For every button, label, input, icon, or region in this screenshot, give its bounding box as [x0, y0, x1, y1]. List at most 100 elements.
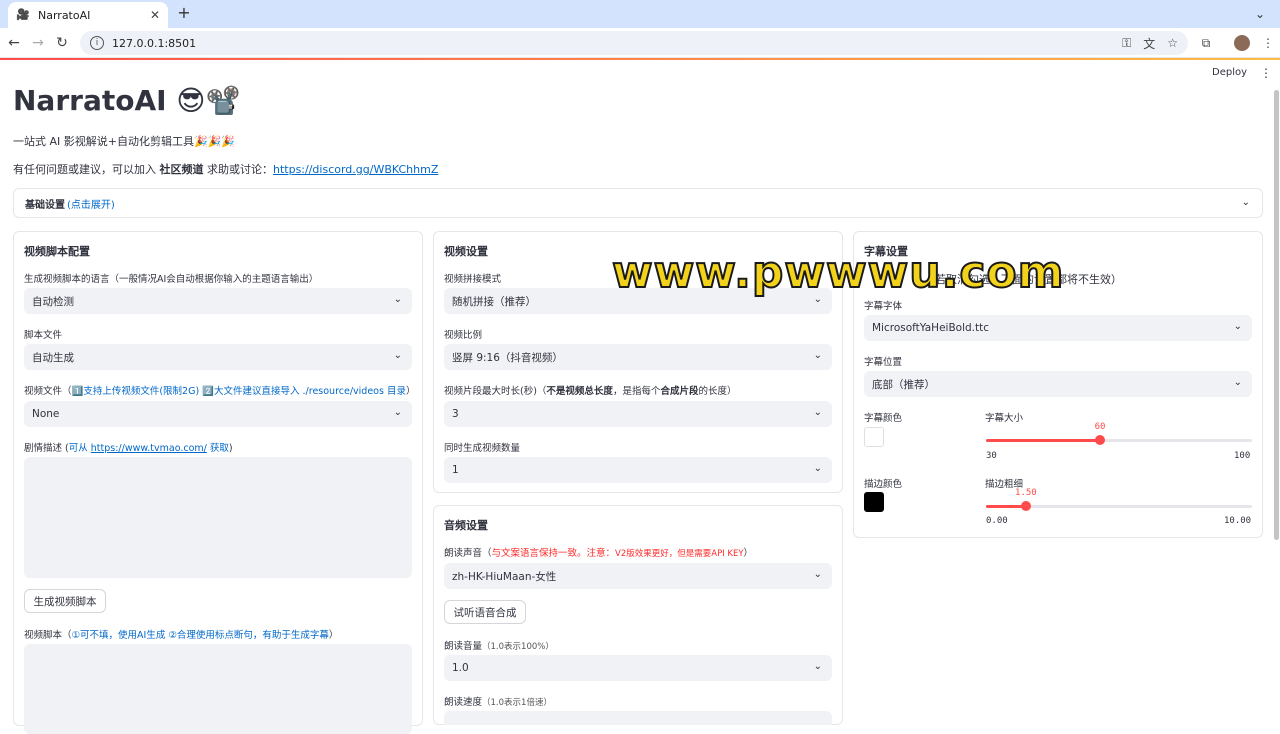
- clip-label-bold1: 不是视频总长度: [546, 386, 613, 397]
- font-size-label: 字幕大小: [985, 413, 1024, 424]
- app-menu-icon[interactable]: ⋮: [1260, 66, 1272, 80]
- plot-description-textarea[interactable]: [24, 457, 412, 578]
- volume-hint: （1.0表示100%）: [482, 642, 554, 652]
- generate-script-button[interactable]: 生成视频脚本: [24, 589, 106, 613]
- script-config-panel: 视频脚本配置 生成视频脚本的语言（一般情况AI会自动根据你输入的主题语言输出） …: [13, 231, 423, 734]
- font-size-value: 60: [1094, 422, 1106, 432]
- position-select[interactable]: 底部（推荐） ⌄: [864, 371, 1252, 397]
- chevron-down-icon: ⌄: [1233, 321, 1242, 332]
- concat-mode-value: 随机拼接（推荐）: [452, 295, 536, 308]
- video-file-label: 视频文件（1️⃣支持上传视频文件(限制2G) 2️⃣大文件建议直接导入 ./re…: [24, 383, 415, 397]
- clip-label-suffix: 的长度）: [698, 386, 737, 397]
- video-file-label-suffix: ）: [405, 386, 416, 397]
- bookmark-star-icon[interactable]: ☆: [1167, 36, 1178, 50]
- speed-select[interactable]: [444, 711, 832, 725]
- font-size-slider[interactable]: 60: [986, 422, 1252, 445]
- speed-hint: （1.0表示1倍速）: [482, 698, 552, 708]
- font-select[interactable]: MicrosoftYaHeiBold.ttc ⌄: [864, 315, 1252, 341]
- plot-label-suffix: ): [228, 443, 233, 454]
- discord-link[interactable]: https://discord.gg/WBKChhmZ: [273, 163, 438, 176]
- chevron-down-icon: ⌄: [393, 350, 402, 361]
- video-file-label-prefix: 视频文件（: [24, 386, 72, 397]
- tab-search-icon[interactable]: ⌄: [1250, 4, 1270, 24]
- speed-label-text: 朗读速度: [444, 697, 483, 708]
- font-value: MicrosoftYaHeiBold.ttc: [872, 322, 990, 334]
- chevron-down-icon: ⌄: [813, 350, 822, 361]
- volume-value: 1.0: [452, 662, 469, 674]
- script-label-suffix: ）: [328, 630, 339, 641]
- watermark-overlay: www.pwwwu.com: [611, 246, 1065, 299]
- page-title: NarratoAI 😎📽️: [13, 84, 241, 117]
- volume-select[interactable]: 1.0 ⌄: [444, 655, 832, 681]
- stroke-width-slider-fill: [986, 505, 1026, 508]
- video-script-textarea[interactable]: [24, 644, 412, 734]
- position-label: 字幕位置: [864, 357, 903, 368]
- clip-label-prefix: 视频片段最大时长(秒)（: [444, 386, 547, 397]
- stroke-width-min: 0.00: [986, 516, 1008, 526]
- extensions-icon[interactable]: ⧉: [1196, 33, 1216, 53]
- plot-description-label: 剧情描述 (可从 https://www.tvmao.com/ 获取): [24, 440, 233, 454]
- script-label-prefix: 视频脚本（: [24, 630, 72, 641]
- stroke-width-max: 10.00: [1224, 516, 1252, 526]
- font-color-picker[interactable]: [864, 427, 884, 447]
- voice-label-warning2: V2版效果更好，但是需要API KEY: [615, 549, 744, 559]
- url-text[interactable]: 127.0.0.1:8501: [112, 37, 1110, 50]
- script-language-label: 生成视频脚本的语言（一般情况AI会自动根据你输入的主题语言输出）: [24, 274, 319, 285]
- chevron-down-icon: ⌄: [393, 407, 402, 418]
- close-icon[interactable]: ✕: [150, 8, 160, 22]
- browser-tab[interactable]: 🎥 NarratoAI ✕: [8, 2, 168, 28]
- video-file-label-hint: 1️⃣支持上传视频文件(限制2G) 2️⃣大文件建议直接导入 ./resourc…: [71, 386, 406, 397]
- stroke-width-slider[interactable]: 1.50: [986, 488, 1252, 511]
- community-prefix: 有任何问题或建议，可以加入: [13, 163, 160, 176]
- chevron-down-icon: ⌄: [813, 569, 822, 580]
- aspect-ratio-select[interactable]: 竖屏 9:16（抖音视频） ⌄: [444, 344, 832, 370]
- voice-value: zh-HK-HiuMaan-女性: [452, 570, 557, 583]
- profile-avatar[interactable]: [1234, 35, 1250, 51]
- forward-icon[interactable]: →: [28, 33, 48, 53]
- tvmao-link[interactable]: https://www.tvmao.com/: [91, 443, 207, 454]
- community-mid: 求助或讨论：: [203, 163, 273, 176]
- chevron-down-icon: ⌄: [1233, 377, 1242, 388]
- aspect-ratio-label: 视频比例: [444, 330, 483, 341]
- video-file-select[interactable]: None ⌄: [24, 401, 412, 427]
- font-size-slider-fill: [986, 439, 1100, 442]
- stroke-width-slider-thumb[interactable]: [1020, 501, 1031, 511]
- back-icon[interactable]: ←: [4, 33, 24, 53]
- stroke-color-label: 描边颜色: [864, 479, 903, 490]
- script-config-title: 视频脚本配置: [24, 245, 90, 258]
- password-key-icon[interactable]: ⚿: [1122, 36, 1131, 51]
- preview-voice-button[interactable]: 试听语音合成: [444, 600, 526, 624]
- browser-tab-strip: 🎥 NarratoAI ✕ + ⌄: [0, 0, 1280, 28]
- video-script-label: 视频脚本（①可不填，使用AI生成 ②合理使用标点断句，有助于生成字幕）: [24, 627, 338, 641]
- voice-label-suffix: ）: [743, 548, 754, 559]
- voice-label-prefix: 朗读声音（: [444, 548, 492, 559]
- site-info-icon[interactable]: i: [90, 36, 104, 50]
- font-size-slider-thumb[interactable]: [1095, 435, 1105, 445]
- font-color-label: 字幕颜色: [864, 413, 903, 424]
- script-language-select[interactable]: 自动检测 ⌄: [24, 288, 412, 314]
- video-count-value: 1: [452, 464, 459, 476]
- basic-settings-expander[interactable]: 基础设置 (点击展开) ⌄: [13, 188, 1263, 218]
- translate-icon[interactable]: 文: [1143, 35, 1155, 52]
- clip-duration-select[interactable]: 3 ⌄: [444, 401, 832, 427]
- script-language-value: 自动检测: [32, 295, 74, 308]
- community-line: 有任何问题或建议，可以加入 社区频道 求助或讨论：https://discord…: [13, 161, 438, 177]
- audio-settings-panel: 音频设置 朗读声音（与文案语言保持一致。注意：V2版效果更好，但是需要API K…: [433, 505, 843, 725]
- stroke-color-picker[interactable]: [864, 492, 884, 512]
- voice-select[interactable]: zh-HK-HiuMaan-女性 ⌄: [444, 563, 832, 589]
- clip-label-mid: ，是指每个: [612, 386, 661, 397]
- font-label: 字幕字体: [864, 301, 903, 312]
- reload-icon[interactable]: ↻: [52, 33, 72, 53]
- browser-menu-icon[interactable]: ⋮: [1258, 33, 1278, 53]
- video-count-select[interactable]: 1 ⌄: [444, 457, 832, 483]
- script-file-select[interactable]: 自动生成 ⌄: [24, 344, 412, 370]
- deploy-button[interactable]: Deploy: [1212, 67, 1247, 78]
- address-bar[interactable]: i 127.0.0.1:8501 ⚿ 文 ☆: [80, 31, 1188, 55]
- chevron-down-icon: ⌄: [813, 661, 822, 672]
- basic-settings-label: 基础设置: [25, 199, 65, 211]
- page-scrollbar[interactable]: [1274, 90, 1279, 540]
- script-file-label: 脚本文件: [24, 330, 63, 341]
- chevron-down-icon: ⌄: [813, 407, 822, 418]
- new-tab-icon[interactable]: +: [174, 4, 194, 24]
- plot-label-prefix: 剧情描述 (: [24, 443, 69, 454]
